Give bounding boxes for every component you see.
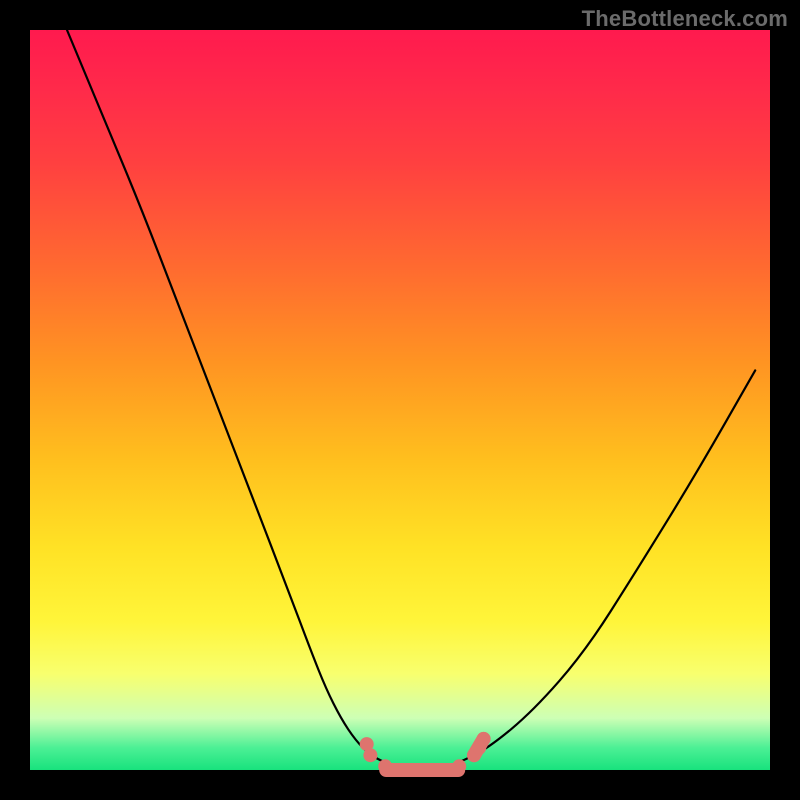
curve-marker [477,732,491,746]
curve-marker [452,759,466,773]
chart-overlay-svg [30,30,770,770]
curve-marker [363,748,377,762]
chart-frame: TheBottleneck.com [0,0,800,800]
bottleneck-curve [67,30,755,770]
watermark-text: TheBottleneck.com [582,6,788,32]
curve-markers [360,732,491,777]
